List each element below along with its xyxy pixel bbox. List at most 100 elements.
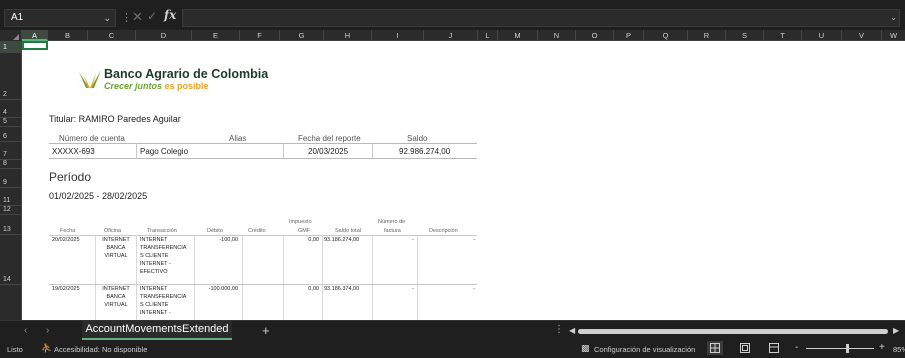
row-header-11[interactable]: 11: [0, 188, 21, 206]
zoom-in-button[interactable]: +: [879, 342, 885, 353]
page-break-button[interactable]: [766, 341, 782, 355]
formula-input[interactable]: ⌄: [182, 9, 900, 27]
row-header-6[interactable]: 6: [0, 127, 21, 142]
name-box-value: A1: [11, 12, 24, 23]
divider: [372, 143, 373, 159]
cell-saldo-total: 93.186.374,00: [324, 286, 360, 292]
column-header-W[interactable]: W: [882, 30, 905, 41]
status-bar: Listo ⛹ Accesibilidad: No disponible ▩ C…: [0, 340, 905, 358]
divider: [49, 143, 477, 144]
insert-function-icon[interactable]: fx: [164, 8, 176, 22]
accessibility-status[interactable]: Accesibilidad: No disponible: [54, 345, 147, 354]
column-header-O[interactable]: O: [576, 30, 614, 41]
column-header-G[interactable]: G: [280, 30, 324, 41]
alias-value: Pago Colegio: [140, 147, 189, 156]
account-holder: Titular: RAMIRO Paredes Aguilar: [49, 114, 181, 124]
column-header-A[interactable]: A: [22, 30, 48, 41]
column-header-L[interactable]: L: [478, 30, 498, 41]
scrollbar-thumb[interactable]: [578, 329, 888, 334]
active-cell-a1[interactable]: [22, 41, 48, 50]
cell-oficina: INTERNET: [102, 237, 130, 243]
balance-header: Saldo: [407, 134, 428, 143]
row-header-4[interactable]: 4: [0, 100, 21, 118]
row-header-9[interactable]: 9: [0, 169, 21, 188]
more-options-icon[interactable]: ⋮: [554, 324, 564, 335]
column-header-E[interactable]: E: [192, 30, 240, 41]
row-header-7[interactable]: 7: [0, 142, 21, 160]
row-header-5[interactable]: 5: [0, 118, 21, 127]
period-title: Período: [49, 170, 92, 184]
column-header-N[interactable]: N: [538, 30, 576, 41]
column-header-S[interactable]: S: [726, 30, 764, 41]
column-header-V[interactable]: V: [842, 30, 882, 41]
chevron-left-icon[interactable]: ‹: [24, 325, 27, 336]
row-number: 14: [3, 276, 11, 283]
cell-fecha: 20/02/2025: [52, 237, 80, 243]
row-header-15[interactable]: [0, 285, 21, 320]
bank-logo-icon: [79, 70, 101, 88]
row-header-14[interactable]: 14: [0, 235, 21, 285]
column-header-M[interactable]: M: [498, 30, 538, 41]
cancel-icon[interactable]: ✕: [132, 9, 143, 25]
column-header-I[interactable]: I: [372, 30, 424, 41]
zoom-slider-thumb[interactable]: [846, 344, 849, 353]
row-header-2[interactable]: 2: [0, 53, 21, 100]
cell-saldo-total: 93.186.274,00: [324, 237, 360, 243]
zoom-out-button[interactable]: -: [795, 342, 798, 353]
row-number: 11: [3, 197, 11, 204]
sheet-tab-active[interactable]: AccountMovementsExtended: [82, 321, 232, 340]
row-header-13[interactable]: 13: [0, 215, 21, 235]
status-ready: Listo: [7, 345, 23, 354]
sheet-grid[interactable]: Banco Agrario de Colombia Crecer juntos …: [22, 41, 905, 320]
cell-descripcion: -: [473, 286, 475, 292]
divider: [417, 235, 418, 320]
column-header-Q[interactable]: Q: [644, 30, 688, 41]
enter-icon[interactable]: ✓: [147, 9, 157, 23]
period-range: 01/02/2025 - 28/02/2025: [49, 191, 148, 201]
divider: [283, 143, 284, 159]
column-header-J[interactable]: J: [424, 30, 478, 41]
chevron-right-icon[interactable]: ›: [46, 325, 49, 336]
zoom-level[interactable]: 85%: [893, 345, 905, 354]
row-headers: 1 2 4 5 6 7 8 9 11 12 13 14: [0, 41, 22, 320]
accessibility-icon[interactable]: ⛹: [41, 343, 52, 354]
display-settings-icon[interactable]: ▩: [581, 343, 590, 354]
add-sheet-button[interactable]: +: [262, 323, 270, 338]
report-date-value: 20/03/2025: [308, 147, 349, 156]
formula-bar: A1 ⌄ ⋮ ✕ ✓ fx ⌄: [0, 7, 905, 29]
chevron-down-icon[interactable]: ⌄: [103, 10, 111, 26]
column-header-P[interactable]: P: [614, 30, 644, 41]
cell-transaccion: TRANSFERENCIA: [140, 245, 187, 251]
slogan-part1: Crecer juntos: [104, 81, 163, 91]
name-box[interactable]: A1 ⌄: [4, 9, 116, 27]
th-debito: Débito: [207, 228, 223, 234]
column-header-R[interactable]: R: [688, 30, 726, 41]
select-all-button[interactable]: [0, 30, 22, 41]
column-header-H[interactable]: H: [324, 30, 372, 41]
column-header-B[interactable]: B: [48, 30, 88, 41]
row-header-1[interactable]: 1: [0, 41, 21, 53]
row-number: 1: [3, 44, 7, 51]
horizontal-scrollbar[interactable]: [578, 329, 888, 334]
th-oficina: Oficina: [104, 228, 122, 234]
page-layout-button[interactable]: [737, 341, 753, 355]
normal-view-button[interactable]: [707, 341, 723, 355]
column-header-D[interactable]: D: [136, 30, 192, 41]
zoom-slider[interactable]: [806, 348, 874, 349]
row-number: 12: [3, 206, 11, 213]
display-settings-button[interactable]: Configuración de visualización: [594, 345, 695, 354]
expand-formula-icon[interactable]: ⌄: [890, 13, 897, 22]
column-header-U[interactable]: U: [802, 30, 842, 41]
divider: [283, 235, 284, 320]
row-header-12[interactable]: 12: [0, 206, 21, 215]
th-fecha: Fecha: [60, 228, 76, 234]
more-options-icon[interactable]: ⋮: [121, 11, 132, 24]
row-header-8[interactable]: 8: [0, 160, 21, 169]
scroll-left-icon[interactable]: ◀: [569, 326, 575, 335]
scroll-right-icon[interactable]: ▶: [893, 326, 899, 335]
page-break-icon: [769, 343, 779, 353]
row-number: 13: [3, 226, 11, 233]
column-header-T[interactable]: T: [764, 30, 802, 41]
column-header-F[interactable]: F: [240, 30, 280, 41]
column-header-C[interactable]: C: [88, 30, 136, 41]
